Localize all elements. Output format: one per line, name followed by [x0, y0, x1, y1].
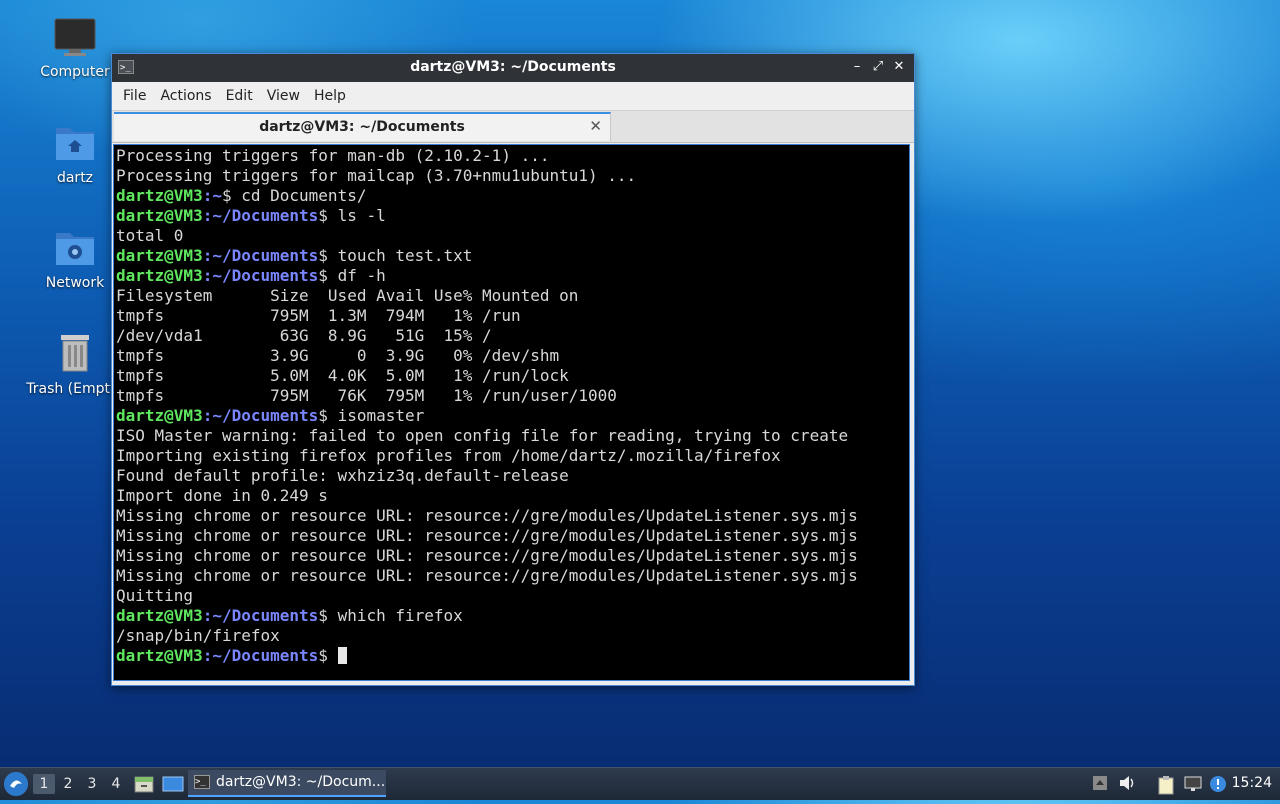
- terminal-output[interactable]: Processing triggers for man-db (2.10.2-1…: [113, 144, 910, 681]
- workspace-4[interactable]: 4: [105, 774, 127, 794]
- tray-up-arrow-icon[interactable]: [1091, 775, 1109, 793]
- minimize-button[interactable]: –: [848, 58, 866, 76]
- terminal-prompt-line: dartz@VM3:~/Documents$ ls -l: [116, 206, 907, 226]
- terminal-cursor: [337, 647, 347, 664]
- prompt-path: :~: [202, 186, 222, 205]
- network-folder-icon: [56, 233, 94, 265]
- desktop-icon: [162, 776, 184, 792]
- prompt-command: $ which firefox: [318, 606, 463, 625]
- app-menu-icon: [5, 773, 27, 795]
- terminal-output-line: Filesystem Size Used Avail Use% Mounted …: [116, 286, 579, 305]
- prompt-command: $ touch test.txt: [318, 246, 473, 265]
- clipboard-icon[interactable]: [1157, 775, 1175, 795]
- tab-terminal[interactable]: dartz@VM3: ~/Documents ✕: [114, 112, 611, 141]
- menu-view[interactable]: View: [260, 84, 307, 108]
- terminal-prompt-line: dartz@VM3:~/Documents$ isomaster: [116, 406, 907, 426]
- terminal-prompt-line: dartz@VM3:~/Documents$: [116, 646, 907, 666]
- terminal-prompt-line: dartz@VM3:~/Documents$ which firefox: [116, 606, 907, 626]
- desktop-icon-label: dartz: [56, 170, 94, 186]
- terminal-output-line: Processing triggers for man-db (2.10.2-1…: [116, 146, 550, 165]
- prompt-user: dartz@VM3: [116, 246, 203, 265]
- file-manager-launcher[interactable]: [134, 774, 154, 798]
- prompt-path: :~/Documents: [202, 646, 319, 665]
- maximize-button[interactable]: ⤢: [869, 58, 887, 76]
- terminal-output-line: Processing triggers for mailcap (3.70+nm…: [116, 166, 637, 185]
- file-cabinet-icon: [134, 776, 154, 793]
- clock[interactable]: 15:24: [1232, 775, 1272, 791]
- desktop-icon-network[interactable]: Network: [25, 227, 125, 291]
- terminal-output-line: Quitting: [116, 586, 194, 605]
- terminal-output-line: total 0: [116, 226, 184, 245]
- tab-bar: dartz@VM3: ~/Documents ✕: [112, 111, 914, 143]
- terminal-window: >_ dartz@VM3: ~/Documents – ⤢ ✕ File Act…: [111, 53, 915, 686]
- desktop-icon-label: Trash (Empty): [26, 381, 124, 397]
- terminal-output-line: Missing chrome or resource URL: resource…: [116, 506, 858, 525]
- prompt-command: $: [318, 646, 338, 665]
- terminal-output-line: tmpfs 795M 76K 795M 1% /run/user/1000: [116, 386, 617, 405]
- close-button[interactable]: ✕: [890, 58, 908, 76]
- terminal-output-line: Import done in 0.249 s: [116, 486, 328, 505]
- prompt-path: :~/Documents: [202, 246, 319, 265]
- prompt-user: dartz@VM3: [116, 406, 203, 425]
- taskbar-task-terminal[interactable]: >_ dartz@VM3: ~/Docum...: [188, 770, 386, 797]
- window-titlebar[interactable]: >_ dartz@VM3: ~/Documents – ⤢ ✕: [112, 54, 914, 82]
- prompt-path: :~/Documents: [202, 206, 319, 225]
- menu-edit[interactable]: Edit: [219, 84, 260, 108]
- prompt-path: :~/Documents: [202, 406, 319, 425]
- desktop-icon-computer[interactable]: Computer: [25, 16, 125, 80]
- terminal-output-line: Found default profile: wxhziz3q.default-…: [116, 466, 569, 485]
- workspace-1[interactable]: 1: [33, 774, 55, 794]
- prompt-command: $ cd Documents/: [221, 186, 367, 205]
- terminal-output-line: tmpfs 795M 1.3M 794M 1% /run: [116, 306, 521, 325]
- terminal-output-line: /dev/vda1 63G 8.9G 51G 15% /: [116, 326, 492, 345]
- update-notifier-icon[interactable]: [1209, 775, 1227, 793]
- prompt-command: $ df -h: [318, 266, 386, 285]
- prompt-user: dartz@VM3: [116, 266, 203, 285]
- terminal-output-line: /snap/bin/firefox: [116, 626, 280, 645]
- taskbar: 1 2 3 4 >_ dartz@VM3: ~/Docum... 15:24: [0, 767, 1280, 800]
- prompt-path: :~/Documents: [202, 606, 319, 625]
- terminal-output-line: tmpfs 3.9G 0 3.9G 0% /dev/shm: [116, 346, 560, 365]
- terminal-output-line: tmpfs 5.0M 4.0K 5.0M 1% /run/lock: [116, 366, 569, 385]
- prompt-path: :~/Documents: [202, 266, 319, 285]
- tab-close-icon[interactable]: ✕: [589, 117, 602, 135]
- prompt-user: dartz@VM3: [116, 646, 203, 665]
- prompt-user: dartz@VM3: [116, 606, 203, 625]
- trash-icon: [61, 335, 89, 372]
- desktop-icon-label: Computer: [40, 64, 110, 80]
- terminal-output-line: Missing chrome or resource URL: resource…: [116, 526, 858, 545]
- terminal-output-line: Missing chrome or resource URL: resource…: [116, 546, 858, 565]
- start-menu-button[interactable]: [4, 772, 28, 796]
- terminal-output-line: Missing chrome or resource URL: resource…: [116, 566, 858, 585]
- terminal-prompt-line: dartz@VM3:~/Documents$ touch test.txt: [116, 246, 907, 266]
- workspace-3[interactable]: 3: [81, 774, 103, 794]
- terminal-icon: >_: [194, 775, 210, 789]
- network-status-icon[interactable]: [1183, 775, 1202, 793]
- menu-help[interactable]: Help: [307, 84, 353, 108]
- show-desktop-button[interactable]: [162, 774, 184, 798]
- prompt-command: $ isomaster: [318, 406, 425, 425]
- menu-file[interactable]: File: [116, 84, 153, 108]
- tab-label: dartz@VM3: ~/Documents: [259, 119, 465, 135]
- task-label: dartz@VM3: ~/Docum...: [216, 774, 386, 790]
- terminal-prompt-line: dartz@VM3:~$ cd Documents/: [116, 186, 907, 206]
- prompt-command: $ ls -l: [318, 206, 386, 225]
- window-title: dartz@VM3: ~/Documents: [410, 59, 616, 75]
- prompt-user: dartz@VM3: [116, 206, 203, 225]
- monitor-icon: [54, 18, 96, 56]
- terminal-prompt-line: dartz@VM3:~/Documents$ df -h: [116, 266, 907, 286]
- workspace-2[interactable]: 2: [57, 774, 79, 794]
- menu-actions[interactable]: Actions: [153, 84, 218, 108]
- desktop-icon-trash[interactable]: Trash (Empty): [25, 331, 125, 397]
- home-folder-icon: [56, 128, 94, 160]
- desktop-icon-label: Network: [45, 275, 105, 291]
- volume-icon[interactable]: [1118, 775, 1136, 793]
- terminal-output-line: Importing existing firefox profiles from…: [116, 446, 781, 465]
- terminal-output-line: ISO Master warning: failed to open confi…: [116, 426, 849, 445]
- terminal-lines: Processing triggers for man-db (2.10.2-1…: [114, 145, 909, 667]
- prompt-user: dartz@VM3: [116, 186, 203, 205]
- desktop-icon-home[interactable]: dartz: [25, 122, 125, 186]
- menu-bar: File Actions Edit View Help: [112, 82, 914, 111]
